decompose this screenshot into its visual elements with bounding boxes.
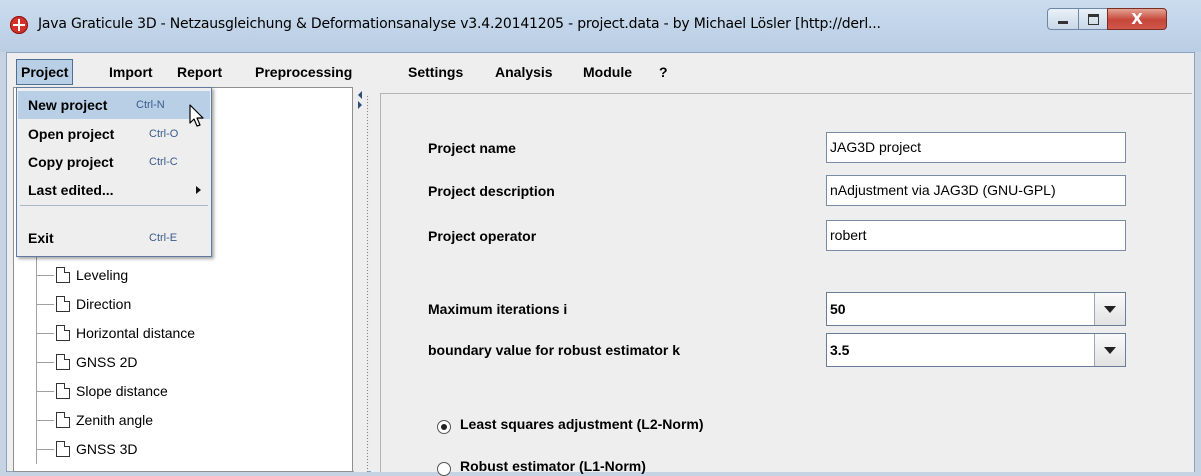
max-iterations-value: 50 bbox=[830, 301, 846, 317]
menu-item-label: New project bbox=[28, 97, 108, 113]
menu-item-last-edited[interactable]: Last edited... bbox=[18, 176, 210, 204]
document-icon bbox=[56, 267, 70, 283]
menu-item-shortcut: Ctrl-C bbox=[149, 156, 178, 168]
submenu-arrow-icon bbox=[196, 186, 201, 194]
document-icon bbox=[56, 325, 70, 341]
app-icon bbox=[10, 16, 28, 34]
tree-item-label: GNSS 3D bbox=[76, 441, 138, 457]
menu-item-new-project[interactable]: New project Ctrl-N bbox=[18, 91, 210, 119]
chevron-down-icon[interactable] bbox=[1094, 334, 1125, 366]
project-name-label: Project name bbox=[428, 140, 516, 156]
chevron-down-icon[interactable] bbox=[1094, 293, 1125, 325]
radio-least-squares[interactable] bbox=[437, 420, 451, 434]
menu-item-label: Exit bbox=[28, 230, 54, 246]
menu-preprocessing[interactable]: Preprocessing bbox=[251, 59, 356, 85]
project-operator-label: Project operator bbox=[428, 228, 537, 244]
project-description-label: Project description bbox=[428, 183, 555, 199]
boundary-value-value: 3.5 bbox=[830, 342, 850, 358]
document-icon bbox=[56, 383, 70, 399]
menu-item-label: Last edited... bbox=[28, 182, 114, 198]
project-operator-field[interactable]: robert bbox=[826, 220, 1126, 251]
maximize-button[interactable] bbox=[1078, 8, 1108, 30]
tree-item-label: Horizontal distance bbox=[76, 325, 196, 341]
document-icon bbox=[56, 412, 70, 428]
menu-item-shortcut: Ctrl-O bbox=[149, 128, 179, 140]
close-button[interactable]: X bbox=[1107, 8, 1167, 30]
document-icon bbox=[56, 441, 70, 457]
boundary-value-label: boundary value for robust estimator k bbox=[428, 342, 681, 358]
radio-least-squares-label[interactable]: Least squares adjustment (L2-Norm) bbox=[460, 416, 704, 432]
max-iterations-label: Maximum iterations i bbox=[428, 301, 568, 317]
project-name-field[interactable]: JAG3D project bbox=[826, 132, 1126, 163]
menu-bar: Project Import Report Preprocessing Sett… bbox=[7, 53, 1194, 86]
menu-analysis[interactable]: Analysis bbox=[491, 59, 557, 85]
project-description-field[interactable]: nAdjustment via JAG3D (GNU-GPL) bbox=[826, 175, 1126, 206]
document-icon bbox=[56, 354, 70, 370]
menu-item-label: Copy project bbox=[28, 154, 114, 170]
menu-item-shortcut: Ctrl-N bbox=[136, 99, 165, 111]
menu-help[interactable]: ? bbox=[655, 59, 672, 85]
tree-item-label: GNSS 2D bbox=[76, 354, 138, 370]
collapse-left-icon[interactable] bbox=[358, 91, 362, 99]
menu-report[interactable]: Report bbox=[173, 59, 226, 85]
tree-item-label: Leveling bbox=[76, 267, 129, 283]
split-pane-grip[interactable] bbox=[366, 95, 369, 472]
project-menu-dropdown: New project Ctrl-N Open project Ctrl-O C… bbox=[16, 87, 212, 257]
menu-item-label: Open project bbox=[28, 126, 115, 142]
menu-item-shortcut: Ctrl-E bbox=[149, 232, 178, 244]
tree-connector bbox=[36, 248, 37, 464]
tree-item-label: Slope distance bbox=[76, 383, 168, 399]
menu-item-exit[interactable]: Exit Ctrl-E bbox=[18, 224, 210, 252]
radio-robust-estimator[interactable] bbox=[437, 462, 451, 476]
window-title: Java Graticule 3D - Netzausgleichung & D… bbox=[38, 16, 881, 32]
menu-module[interactable]: Module bbox=[579, 59, 636, 85]
max-iterations-select[interactable]: 50 bbox=[826, 292, 1126, 326]
minimize-button[interactable] bbox=[1047, 8, 1079, 30]
title-bar: Java Graticule 3D - Netzausgleichung & D… bbox=[0, 0, 1201, 52]
tree-item-label: Zenith angle bbox=[76, 412, 154, 428]
mouse-pointer-icon bbox=[189, 104, 204, 127]
close-icon: X bbox=[1131, 10, 1143, 28]
menu-item-copy-project[interactable]: Copy project Ctrl-C bbox=[18, 148, 210, 176]
menu-settings[interactable]: Settings bbox=[404, 59, 467, 85]
menu-item-open-project[interactable]: Open project Ctrl-O bbox=[18, 120, 210, 148]
document-icon bbox=[56, 296, 70, 312]
menu-separator bbox=[20, 205, 208, 206]
menu-project[interactable]: Project bbox=[16, 59, 74, 85]
menu-import[interactable]: Import bbox=[105, 59, 157, 85]
boundary-value-select[interactable]: 3.5 bbox=[826, 333, 1126, 367]
expand-right-icon[interactable] bbox=[358, 101, 362, 109]
tree-item-label: Direction bbox=[76, 296, 132, 312]
